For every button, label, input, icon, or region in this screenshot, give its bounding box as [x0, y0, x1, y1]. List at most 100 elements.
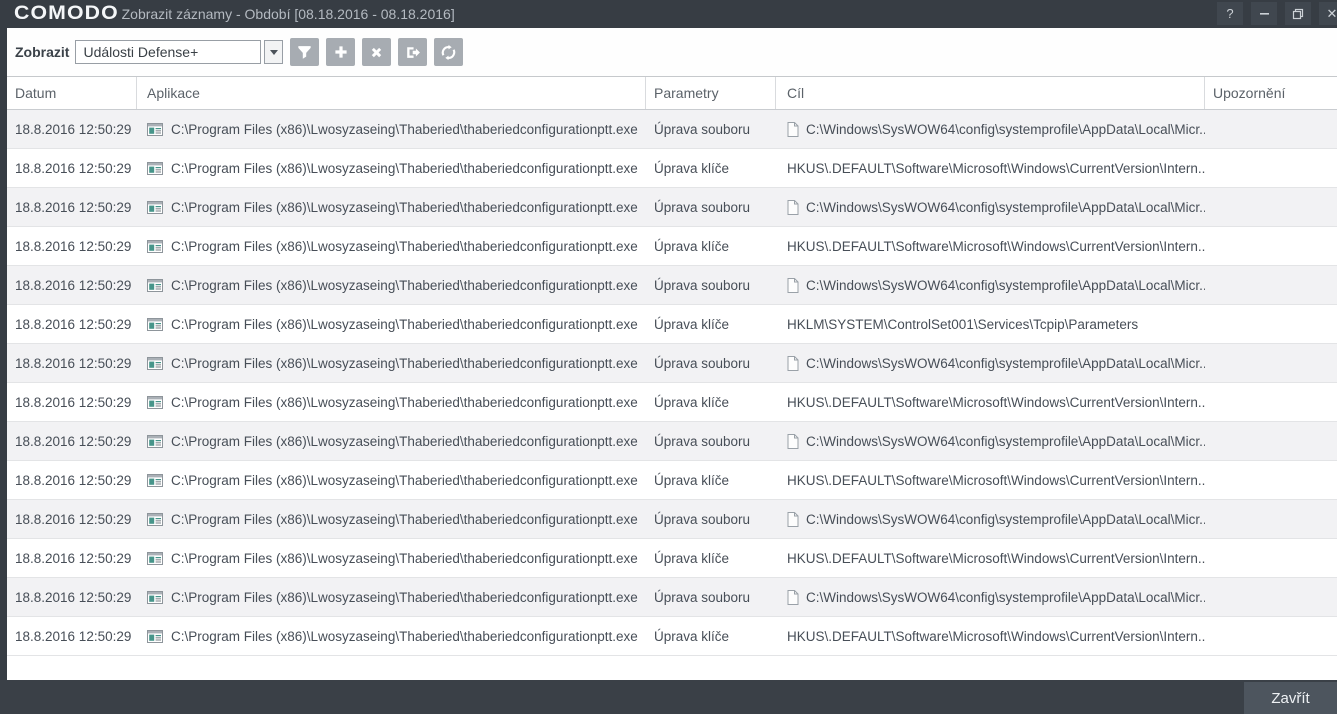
application-window-icon: [147, 473, 163, 487]
cell-target: C:\Windows\SysWOW64\config\systemprofile…: [776, 110, 1205, 148]
application-path: C:\Program Files (x86)\Lwosyzaseing\Thab…: [171, 589, 638, 605]
toolbar: Zobrazit Události Defense+: [7, 28, 1337, 76]
cell-parameters: Úprava klíče: [654, 238, 730, 254]
table-row[interactable]: 18.8.2016 12:50:29 C:\Program Files (x86…: [7, 617, 1337, 656]
restore-button[interactable]: [1285, 2, 1311, 25]
target-path: C:\Windows\SysWOW64\config\systemprofile…: [806, 511, 1205, 527]
application-window-icon: [147, 590, 163, 604]
cell-parameters: Úprava souboru: [654, 433, 751, 449]
cell-application: C:\Program Files (x86)\Lwosyzaseing\Thab…: [137, 266, 646, 304]
column-header-cil[interactable]: Cíl: [776, 77, 1205, 109]
cell-application: C:\Program Files (x86)\Lwosyzaseing\Thab…: [137, 461, 646, 499]
cell-application: C:\Program Files (x86)\Lwosyzaseing\Thab…: [137, 500, 646, 538]
application-window-icon: [147, 317, 163, 331]
cell-target: C:\Windows\SysWOW64\config\systemprofile…: [776, 500, 1205, 538]
table-row[interactable]: 18.8.2016 12:50:29 C:\Program Files (x86…: [7, 539, 1337, 578]
cell-date: 18.8.2016 12:50:29: [15, 550, 132, 566]
column-header-datum[interactable]: Datum: [7, 77, 137, 109]
cell-date: 18.8.2016 12:50:29: [15, 199, 132, 215]
cell-parameters: Úprava souboru: [654, 277, 751, 293]
target-path: HKUS\.DEFAULT\Software\Microsoft\Windows…: [787, 394, 1205, 410]
cell-date: 18.8.2016 12:50:29: [15, 511, 132, 527]
application-window-icon: [147, 551, 163, 565]
table-row[interactable]: 18.8.2016 12:50:29 C:\Program Files (x86…: [7, 578, 1337, 617]
cell-target: C:\Windows\SysWOW64\config\systemprofile…: [776, 422, 1205, 460]
cell-alert: [1205, 539, 1337, 577]
table-row[interactable]: 18.8.2016 12:50:29 C:\Program Files (x86…: [7, 383, 1337, 422]
refresh-button[interactable]: [434, 38, 464, 66]
column-header-upozorneni[interactable]: Upozornění: [1205, 77, 1337, 109]
column-header-parametry[interactable]: Parametry: [646, 77, 776, 109]
minimize-button[interactable]: [1251, 2, 1277, 25]
cell-application: C:\Program Files (x86)\Lwosyzaseing\Thab…: [137, 344, 646, 382]
application-path: C:\Program Files (x86)\Lwosyzaseing\Thab…: [171, 316, 638, 332]
help-button[interactable]: ?: [1217, 2, 1243, 25]
close-button[interactable]: ✕: [1319, 2, 1337, 25]
cell-target: HKUS\.DEFAULT\Software\Microsoft\Windows…: [776, 383, 1205, 421]
target-path: C:\Windows\SysWOW64\config\systemprofile…: [806, 199, 1205, 215]
table-row[interactable]: 18.8.2016 12:50:29 C:\Program Files (x86…: [7, 305, 1337, 344]
cell-parameters: Úprava klíče: [654, 160, 730, 176]
application-path: C:\Program Files (x86)\Lwosyzaseing\Thab…: [171, 628, 638, 644]
table-row[interactable]: 18.8.2016 12:50:29 C:\Program Files (x86…: [7, 149, 1337, 188]
view-dropdown-value: Události Defense+: [83, 44, 199, 60]
table-row[interactable]: 18.8.2016 12:50:29 C:\Program Files (x86…: [7, 110, 1337, 149]
cell-target: C:\Windows\SysWOW64\config\systemprofile…: [776, 344, 1205, 382]
application-window-icon: [147, 512, 163, 526]
log-viewer-window: COMODO Zobrazit záznamy - Období [08.18.…: [0, 0, 1337, 714]
table-row[interactable]: 18.8.2016 12:50:29 C:\Program Files (x86…: [7, 266, 1337, 305]
cell-alert: [1205, 188, 1337, 226]
view-label: Zobrazit: [15, 44, 70, 60]
export-button[interactable]: [398, 38, 428, 66]
cell-date: 18.8.2016 12:50:29: [15, 628, 132, 644]
target-path: C:\Windows\SysWOW64\config\systemprofile…: [806, 355, 1205, 371]
column-header-aplikace[interactable]: Aplikace: [137, 77, 646, 109]
dropdown-arrow-button[interactable]: [264, 40, 284, 64]
file-icon: [787, 511, 799, 527]
footer-bar: Zavřít: [0, 680, 1337, 714]
application-window-icon: [147, 434, 163, 448]
application-path: C:\Program Files (x86)\Lwosyzaseing\Thab…: [171, 238, 638, 254]
cell-parameters: Úprava souboru: [654, 121, 751, 137]
app-title-bar: COMODO Zobrazit záznamy - Období [08.18.…: [0, 0, 1337, 28]
cell-parameters: Úprava souboru: [654, 355, 751, 371]
cell-target: C:\Windows\SysWOW64\config\systemprofile…: [776, 578, 1205, 616]
cell-target: HKUS\.DEFAULT\Software\Microsoft\Windows…: [776, 227, 1205, 265]
cell-target: HKLM\SYSTEM\ControlSet001\Services\Tcpip…: [776, 305, 1205, 343]
add-button[interactable]: [326, 38, 356, 66]
table-row[interactable]: 18.8.2016 12:50:29 C:\Program Files (x86…: [7, 227, 1337, 266]
minimize-icon: [1259, 13, 1269, 15]
export-icon: [407, 46, 421, 58]
table-row[interactable]: 18.8.2016 12:50:29 C:\Program Files (x86…: [7, 461, 1337, 500]
table-row[interactable]: 18.8.2016 12:50:29 C:\Program Files (x86…: [7, 500, 1337, 539]
filter-icon: [298, 45, 312, 59]
restore-icon: [1292, 8, 1304, 19]
cell-application: C:\Program Files (x86)\Lwosyzaseing\Thab…: [137, 149, 646, 187]
file-icon: [787, 355, 799, 371]
cell-application: C:\Program Files (x86)\Lwosyzaseing\Thab…: [137, 110, 646, 148]
application-path: C:\Program Files (x86)\Lwosyzaseing\Thab…: [171, 550, 638, 566]
table-row[interactable]: 18.8.2016 12:50:29 C:\Program Files (x86…: [7, 422, 1337, 461]
cell-parameters: Úprava klíče: [654, 550, 730, 566]
filter-button[interactable]: [290, 38, 320, 66]
cell-target: C:\Windows\SysWOW64\config\systemprofile…: [776, 266, 1205, 304]
x-icon: [372, 47, 382, 57]
window-controls: ? ✕: [1217, 2, 1337, 25]
application-window-icon: [147, 629, 163, 643]
comodo-logo: COMODO: [14, 3, 119, 24]
application-window-icon: [147, 239, 163, 253]
cell-application: C:\Program Files (x86)\Lwosyzaseing\Thab…: [137, 305, 646, 343]
view-dropdown[interactable]: Události Defense+: [75, 40, 262, 64]
delete-button[interactable]: [362, 38, 392, 66]
cell-alert: [1205, 461, 1337, 499]
cell-target: HKUS\.DEFAULT\Software\Microsoft\Windows…: [776, 461, 1205, 499]
content-area: Zobrazit Události Defense+ Datum Aplikac…: [0, 28, 1337, 708]
close-dialog-button[interactable]: Zavřít: [1244, 682, 1337, 714]
target-path: C:\Windows\SysWOW64\config\systemprofile…: [806, 433, 1205, 449]
table-row[interactable]: 18.8.2016 12:50:29 C:\Program Files (x86…: [7, 188, 1337, 227]
plus-icon: [335, 46, 347, 58]
cell-alert: [1205, 617, 1337, 655]
table-header: Datum Aplikace Parametry Cíl Upozornění: [7, 76, 1337, 110]
table-row[interactable]: 18.8.2016 12:50:29 C:\Program Files (x86…: [7, 344, 1337, 383]
help-icon: ?: [1226, 6, 1234, 21]
